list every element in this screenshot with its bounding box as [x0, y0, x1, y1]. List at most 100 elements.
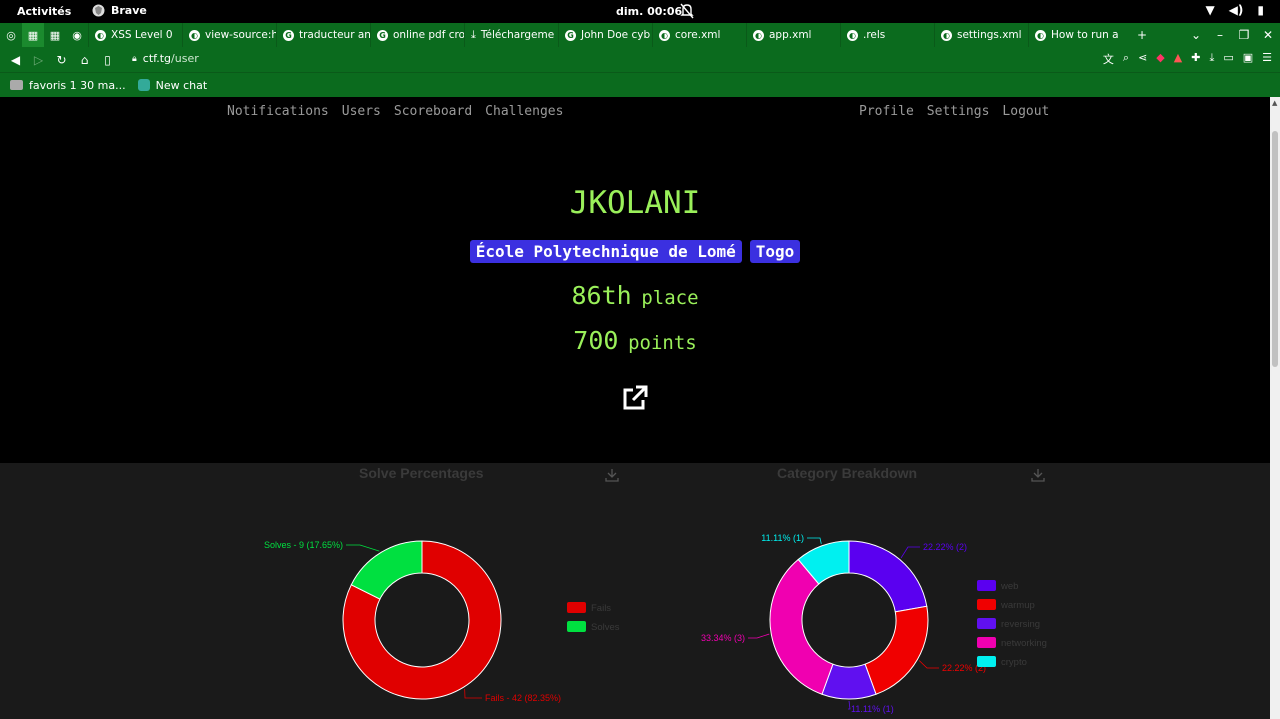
back-arrow-icon[interactable]: ◀: [4, 53, 27, 67]
solve-percentages-chart: Fails - 42 (82.35%) Solves - 9 (17.65%) Fa…: [264, 540, 620, 703]
app-menu[interactable]: Brave: [92, 4, 147, 17]
site-nav-right: Profile Settings Logout: [859, 104, 1049, 119]
tab-list-chevron-icon[interactable]: ⌄: [1184, 28, 1208, 42]
lock-icon: 🔒︎: [132, 53, 137, 64]
legend-label[interactable]: Fails: [591, 603, 611, 614]
slice-warmup[interactable]: [864, 605, 929, 695]
nav-logout[interactable]: Logout: [1002, 104, 1049, 119]
share-icon[interactable]: ⋖: [1138, 51, 1147, 67]
data-label: 11.11% (1): [851, 704, 894, 714]
legend-label[interactable]: warmup: [1000, 600, 1035, 611]
legend-label[interactable]: web: [1000, 581, 1018, 592]
scroll-up-icon[interactable]: ▲: [1272, 99, 1277, 107]
address-bar[interactable]: 🔒︎ ctf.tg/user: [132, 52, 199, 65]
legend-label[interactable]: reversing: [1001, 619, 1040, 630]
tab-4[interactable]: ⤓ Téléchargeme: [464, 23, 558, 47]
tab-controls: + ⌄ – ❐ ✕: [1130, 23, 1280, 47]
nav-scoreboard[interactable]: Scoreboard: [394, 104, 472, 119]
globe-icon: ◐: [189, 29, 200, 41]
extensions-icon[interactable]: ✚: [1191, 51, 1200, 67]
tab-0[interactable]: ◐ XSS Level 0: [88, 23, 182, 47]
label-leader: [748, 633, 770, 639]
country-badge: Togo: [749, 240, 801, 263]
activities-button[interactable]: Activités: [17, 5, 71, 18]
new-tab-plus-icon[interactable]: +: [1130, 28, 1154, 42]
download-icon: ⤓: [471, 28, 476, 41]
home-icon[interactable]: ⌂: [73, 53, 96, 67]
clock[interactable]: dim. 00:06: [616, 5, 682, 18]
sidebar-icon[interactable]: ▭: [1223, 51, 1233, 67]
tab-7[interactable]: ◐ app.xml: [746, 23, 840, 47]
nav-settings[interactable]: Settings: [927, 104, 990, 119]
bookmark-new-chat[interactable]: New chat: [137, 79, 207, 92]
zoom-icon[interactable]: ⌕: [1123, 51, 1129, 67]
points-total: 700 points: [0, 326, 1270, 355]
browser-tab-strip: ◎ ▦ ▦ ◉ ◐ XSS Level 0 ◐ view-source:h Gtra…: [0, 23, 1280, 47]
brave-rewards-icon[interactable]: ▲: [1174, 51, 1182, 67]
system-top-bar: Activités Brave dim. 00:06 ▼ ◀) ▮: [0, 0, 1280, 23]
pinned-tab-whatsapp[interactable]: ◉: [66, 23, 88, 47]
category-breakdown-chart: 22.22% (2)22.22% (2)11.11% (1)33.34% (3)…: [701, 533, 1047, 714]
solve-chart-title: Solve Percentages: [359, 465, 484, 481]
bookmark-folder[interactable]: favoris 1 30 ma...: [10, 79, 126, 92]
download-icon[interactable]: [1031, 468, 1045, 482]
qr-icon: ▦: [27, 28, 39, 42]
charts-section: Solve Percentages Category Breakdown Fai…: [0, 463, 1270, 719]
legend-label[interactable]: Solves: [591, 622, 620, 633]
legend-label[interactable]: crypto: [1001, 657, 1027, 668]
data-label: Solves - 9 (17.65%): [264, 540, 343, 550]
tab-3[interactable]: Gonline pdf cro: [370, 23, 464, 47]
url-host: ctf.tg: [142, 52, 172, 65]
close-icon[interactable]: ✕: [1256, 28, 1280, 42]
external-link-icon[interactable]: [621, 384, 649, 412]
tab-5[interactable]: G John Doe cyb: [558, 23, 652, 47]
chatgpt-icon: ◎: [6, 28, 16, 42]
pinned-tab-ctf[interactable]: ▦: [22, 23, 44, 47]
tab-9[interactable]: ◐ settings.xml: [934, 23, 1028, 47]
download-icon[interactable]: [605, 468, 619, 482]
translate-icon[interactable]: 文: [1103, 51, 1114, 67]
nav-profile[interactable]: Profile: [859, 104, 914, 119]
scrollbar-thumb[interactable]: [1272, 131, 1278, 367]
forward-arrow-icon[interactable]: ▷: [27, 53, 50, 67]
pinned-tab-chatgpt[interactable]: ◎: [0, 23, 22, 47]
tab-8[interactable]: ◐ .rels: [840, 23, 934, 47]
reload-icon[interactable]: ↻: [50, 53, 73, 67]
tab-6[interactable]: ◐ core.xml: [652, 23, 746, 47]
bookmark-icon[interactable]: ▯: [96, 53, 119, 67]
toolbar-actions: 文 ⌕ ⋖ ◆ ▲ ✚ ⤓ ▭ ▣ ☰: [1103, 51, 1272, 67]
menu-icon[interactable]: ☰: [1262, 51, 1272, 67]
bookmarks-bar: favoris 1 30 ma... New chat: [0, 72, 1280, 97]
wallet-icon[interactable]: ▣: [1243, 51, 1253, 67]
nav-users[interactable]: Users: [342, 104, 381, 119]
page-scrollbar[interactable]: ▲: [1270, 97, 1280, 719]
globe-icon: ◐: [1035, 29, 1046, 41]
legend-label[interactable]: networking: [1001, 638, 1047, 649]
legend-swatch: [977, 656, 996, 667]
legend-swatch: [977, 599, 996, 610]
pinned-tab-qr[interactable]: ▦: [44, 23, 66, 47]
slice-Solves[interactable]: [350, 540, 423, 600]
system-tray[interactable]: ▼ ◀) ▮: [1205, 3, 1264, 17]
legend-swatch: [977, 637, 996, 648]
slice-web[interactable]: [848, 540, 928, 613]
maximize-icon[interactable]: ❐: [1232, 28, 1256, 42]
pinned-tabs: ◎ ▦ ▦ ◉: [0, 23, 88, 47]
downloads-icon[interactable]: ⤓: [1209, 51, 1214, 67]
tab-10[interactable]: ◐ How to run a: [1028, 23, 1122, 47]
tab-1[interactable]: ◐ view-source:h: [182, 23, 276, 47]
minimize-icon[interactable]: –: [1208, 28, 1232, 42]
power-icon: ▮: [1257, 3, 1264, 17]
brave-shields-icon[interactable]: ◆: [1156, 51, 1164, 67]
google-icon: G: [377, 29, 388, 41]
legend-swatch: [567, 602, 586, 613]
affiliation-badge: École Polytechnique de Lomé: [469, 240, 742, 263]
place-label: place: [641, 287, 699, 309]
data-label: Fails - 42 (82.35%): [485, 693, 561, 703]
data-label: 22.22% (2): [923, 542, 967, 552]
points-label: points: [628, 332, 697, 354]
wifi-icon: ▼: [1205, 3, 1215, 17]
tab-2[interactable]: Gtraducteur an: [276, 23, 370, 47]
nav-notifications[interactable]: Notifications: [227, 104, 329, 119]
nav-challenges[interactable]: Challenges: [485, 104, 563, 119]
